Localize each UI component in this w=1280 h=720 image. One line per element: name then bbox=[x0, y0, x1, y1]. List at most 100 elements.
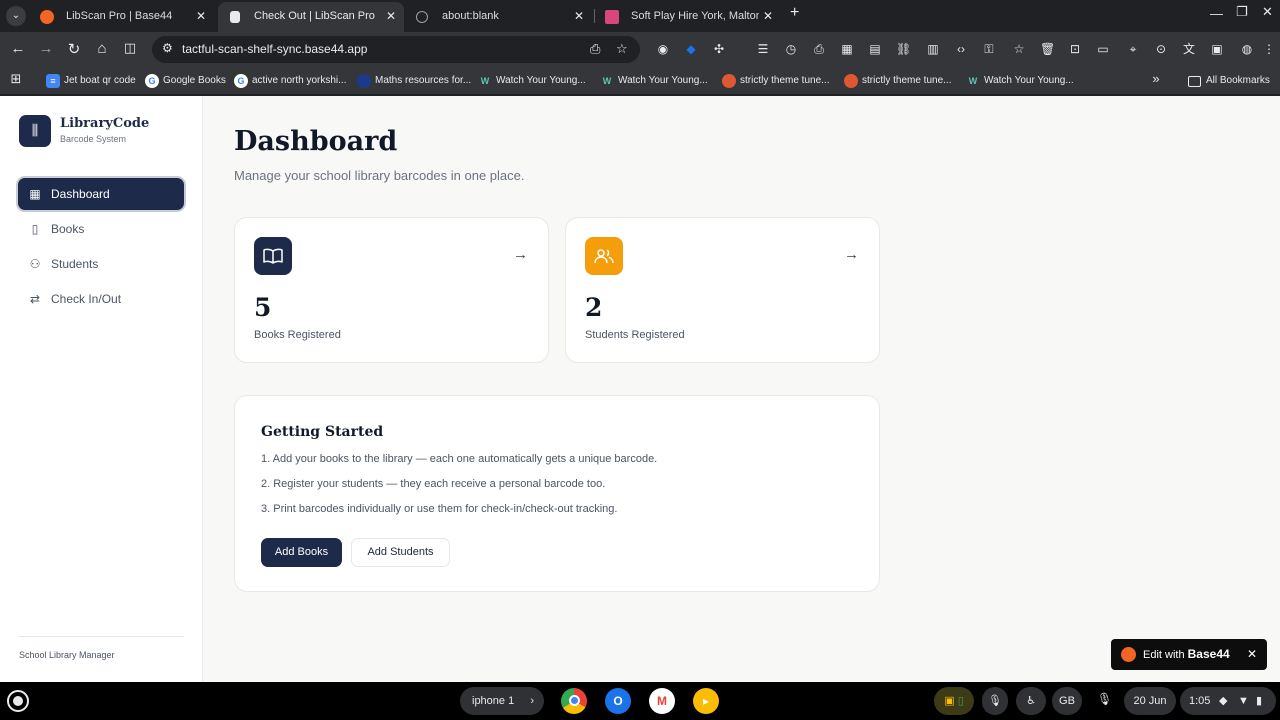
edit-badge-brand: Base44 bbox=[1187, 647, 1230, 661]
close-icon[interactable]: ✕ bbox=[386, 2, 396, 30]
bookmark-item[interactable]: Maths resources for... bbox=[357, 73, 471, 89]
table-icon[interactable]: ▥ bbox=[926, 42, 940, 56]
getting-started-card: Getting Started 1. Add your books to the… bbox=[234, 395, 880, 592]
qr-code-icon[interactable]: ▦ bbox=[840, 42, 854, 56]
edit-badge-prefix: Edit with bbox=[1143, 649, 1185, 661]
bookmark-item[interactable]: G Google Books bbox=[145, 73, 226, 89]
screenshot-icon[interactable]: ⊙ bbox=[1154, 42, 1168, 56]
card-icon[interactable]: ▭ bbox=[1096, 42, 1110, 56]
sidebar-item-label: Check In/Out bbox=[51, 292, 122, 306]
forward-icon[interactable]: → bbox=[36, 40, 56, 57]
students-stat-card[interactable]: → 2 Students Registered bbox=[565, 217, 880, 363]
arrow-right-icon[interactable]: → bbox=[844, 246, 859, 263]
close-window-icon[interactable]: ✕ bbox=[1262, 4, 1273, 20]
add-students-button[interactable]: Add Students bbox=[351, 538, 450, 567]
restore-icon[interactable]: ❐ bbox=[1236, 4, 1248, 20]
bookmark-star-icon[interactable]: ☆ bbox=[616, 41, 628, 57]
puzzle-icon[interactable]: ✣ bbox=[712, 42, 726, 56]
close-icon[interactable]: ✕ bbox=[196, 2, 206, 30]
more-bookmarks-icon[interactable]: » bbox=[1146, 71, 1166, 86]
devices-icon[interactable]: ▣ bbox=[1210, 42, 1224, 56]
tab-title: about:blank bbox=[442, 10, 499, 22]
bookmark-label: Jet boat qr code bbox=[64, 75, 136, 86]
new-tab-button[interactable]: + bbox=[790, 4, 799, 22]
library-logo-icon: ⫼ bbox=[19, 115, 51, 147]
side-panel-icon[interactable]: ◫ bbox=[120, 40, 140, 56]
profile-icon[interactable]: ◍ bbox=[1240, 42, 1254, 56]
code-icon[interactable]: ‹› bbox=[954, 42, 968, 56]
tray-apps[interactable]: ▣ ▯ bbox=[934, 687, 974, 715]
tab-search-button[interactable]: ⌄ bbox=[6, 6, 26, 26]
bookmark-item[interactable]: W Watch Your Young... bbox=[478, 73, 586, 89]
close-icon[interactable]: ✕ bbox=[1247, 639, 1257, 670]
close-icon[interactable]: ✕ bbox=[763, 2, 773, 30]
site-info-icon[interactable]: ⚙ bbox=[162, 41, 173, 55]
sidebar-item-books[interactable]: ▯ Books bbox=[18, 213, 184, 245]
extension-icon[interactable]: ◉ bbox=[656, 42, 670, 56]
sidebar-divider bbox=[19, 636, 184, 637]
menu-icon[interactable]: ⋮ bbox=[1262, 42, 1276, 56]
reload-icon[interactable]: ↻ bbox=[64, 40, 84, 58]
app-page: ⫼ LibraryCode Barcode System ▦ Dashboard… bbox=[0, 96, 1280, 682]
extension-blue-icon[interactable]: ◆ bbox=[684, 42, 698, 56]
tab-check-out[interactable]: Check Out | LibScan Pro ✕ bbox=[218, 2, 404, 32]
location-icon[interactable]: ⌖ bbox=[1126, 42, 1140, 56]
bookmark-item[interactable]: ≡ Jet boat qr code bbox=[46, 73, 136, 89]
status-area[interactable]: 1:05 ◆ ▼ ▮ bbox=[1180, 687, 1276, 715]
sidebar-footer: School Library Manager bbox=[19, 650, 115, 660]
bookmark-item[interactable]: G active north yorkshi... bbox=[234, 73, 346, 89]
phone-hub-button[interactable]: iphone 1 › bbox=[460, 687, 544, 715]
print-icon[interactable]: ⎙ bbox=[812, 42, 826, 56]
back-icon[interactable]: ← bbox=[8, 40, 28, 57]
bookmark-item[interactable]: W Watch Your Young... bbox=[600, 73, 708, 89]
launcher-icon[interactable] bbox=[7, 690, 29, 712]
globe-icon bbox=[357, 74, 371, 88]
tab-soft-play[interactable]: Soft Play Hire York, Malton, Poc ✕ bbox=[595, 2, 781, 32]
books-stat-card[interactable]: → 5 Books Registered bbox=[234, 217, 549, 363]
all-bookmarks-folder[interactable]: All Bookmarks bbox=[1188, 73, 1270, 89]
notes-icon: ▯ bbox=[957, 695, 964, 707]
microphone-icon[interactable]: 🎙 bbox=[982, 687, 1008, 715]
students-stat-label: Students Registered bbox=[585, 329, 685, 341]
chrome-icon[interactable] bbox=[561, 688, 587, 714]
history-icon[interactable]: ◷ bbox=[784, 42, 798, 56]
reader-mode-icon[interactable]: ▤ bbox=[868, 42, 882, 56]
getting-started-step: 2. Register your students — they each re… bbox=[261, 478, 606, 490]
bookmark-item[interactable]: strictly theme tune... bbox=[844, 73, 951, 89]
home-icon[interactable]: ⌂ bbox=[92, 40, 112, 57]
accessibility-icon[interactable]: ♿ bbox=[1016, 687, 1046, 715]
outlook-icon[interactable]: O bbox=[605, 688, 631, 714]
sidebar-item-students[interactable]: ⚇ Students bbox=[18, 248, 184, 280]
keyboard-layout-button[interactable]: GB bbox=[1052, 687, 1082, 715]
link-icon[interactable]: ⛓ bbox=[896, 42, 911, 56]
url-text[interactable]: tactful-scan-shelf-sync.base44.app bbox=[182, 42, 367, 56]
address-bar[interactable]: ⚙ tactful-scan-shelf-sync.base44.app ⎙ ☆ bbox=[152, 36, 640, 63]
meet-icon[interactable]: ▸ bbox=[693, 688, 719, 714]
star-icon[interactable]: ☆ bbox=[1012, 42, 1026, 56]
voice-input-icon[interactable]: 🎙 bbox=[1097, 692, 1112, 706]
tab-about-blank[interactable]: about:blank ✕ bbox=[406, 2, 592, 32]
tab-libscan-base44[interactable]: LibScan Pro | Base44 ✕ bbox=[30, 2, 214, 32]
sidebar-item-dashboard[interactable]: ▦ Dashboard bbox=[18, 178, 184, 210]
sidebar-item-check-in-out[interactable]: ⇄ Check In/Out bbox=[18, 283, 184, 315]
gmail-icon[interactable]: M bbox=[649, 688, 675, 714]
install-app-icon[interactable]: ⎙ bbox=[590, 41, 600, 57]
key-icon[interactable]: ⚿ bbox=[982, 42, 996, 56]
browser-toolbar: ← → ↻ ⌂ ◫ ⚙ tactful-scan-shelf-sync.base… bbox=[0, 32, 1280, 67]
trash-icon[interactable]: 🗑 bbox=[1040, 42, 1055, 56]
bookmark-item[interactable]: strictly theme tune... bbox=[722, 73, 829, 89]
add-books-button[interactable]: Add Books bbox=[261, 538, 342, 567]
folder-icon bbox=[1188, 76, 1201, 87]
apps-grid-icon[interactable]: ⊞ bbox=[6, 71, 26, 87]
bookmark-item[interactable]: W Watch Your Young... bbox=[966, 73, 1074, 89]
drive-icon: ◆ bbox=[1219, 695, 1228, 707]
minimize-icon[interactable]: — bbox=[1210, 6, 1223, 21]
close-icon[interactable]: ✕ bbox=[574, 2, 584, 30]
date-button[interactable]: 20 Jun bbox=[1124, 687, 1176, 715]
cast-icon[interactable]: ⊡ bbox=[1068, 42, 1082, 56]
book-icon bbox=[230, 11, 240, 23]
reading-list-icon[interactable]: ☰ bbox=[756, 42, 770, 56]
arrow-right-icon[interactable]: → bbox=[513, 246, 528, 263]
translate-icon[interactable]: 文 bbox=[1182, 42, 1196, 56]
edit-with-base44-badge[interactable]: Edit with Base44 ✕ bbox=[1111, 639, 1267, 670]
